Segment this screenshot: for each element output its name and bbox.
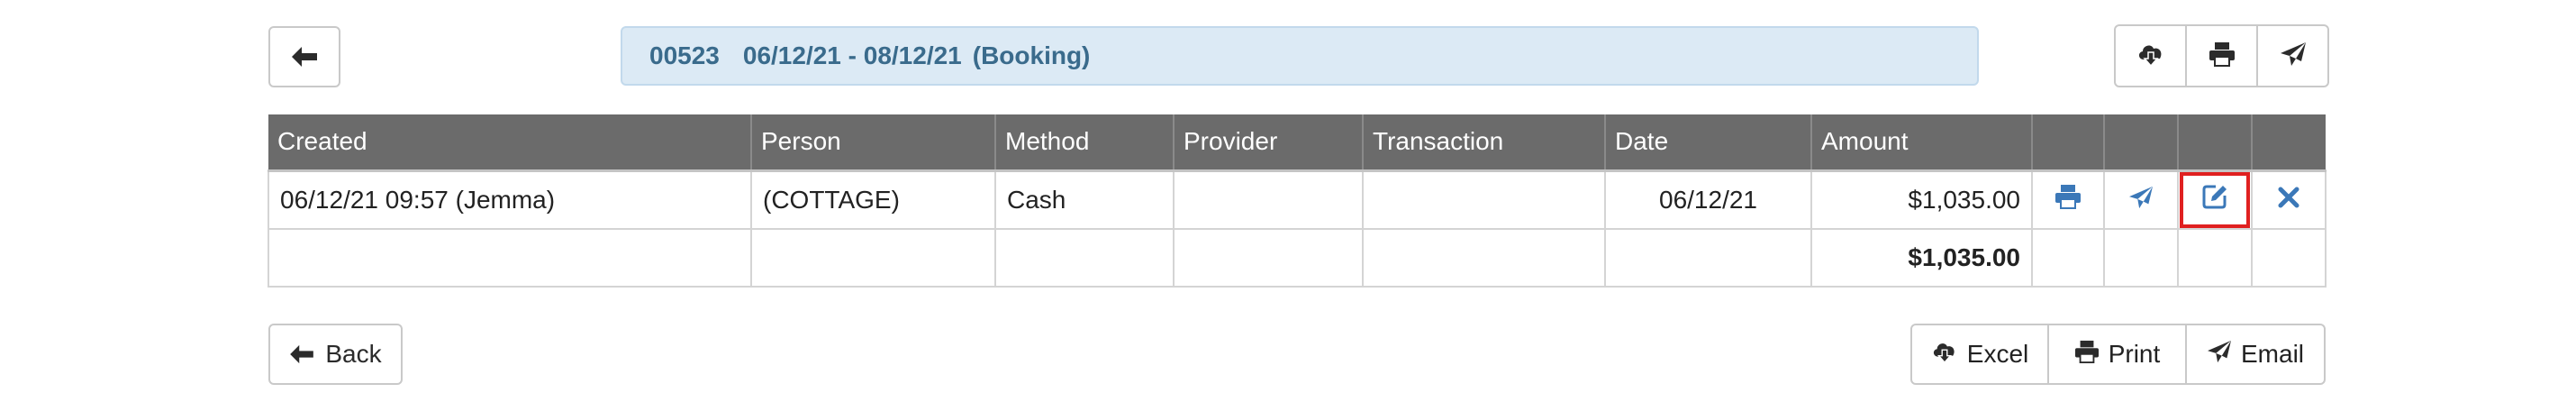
excel-button[interactable]: Excel (1910, 324, 2049, 385)
print-export-button[interactable]: Print (2047, 324, 2187, 385)
download-button[interactable] (2114, 24, 2187, 87)
cell-person: (COTTAGE) (750, 169, 996, 230)
column-header-edit (2178, 114, 2253, 170)
column-header-date: Date (1605, 114, 1812, 170)
booking-date-range: 06/12/21 - 08/12/21 (742, 41, 962, 69)
total-amount: $1,035.00 (1810, 227, 2033, 288)
printer-icon (2054, 184, 2082, 215)
row-edit-cell (2177, 169, 2253, 230)
column-header-transaction: Transaction (1363, 114, 1606, 170)
booking-title-bar: 00523 06/12/21 - 08/12/21 (Booking) (621, 26, 1979, 86)
column-header-provider: Provider (1174, 114, 1364, 170)
edit-icon (2202, 184, 2227, 215)
export-button-group: Excel Print Email (1910, 324, 2326, 385)
excel-button-label: Excel (1966, 340, 2029, 368)
booking-type: (Booking) (972, 41, 1091, 69)
column-header-delete (2252, 114, 2326, 170)
row-print-cell (2031, 169, 2105, 230)
send-button[interactable] (2256, 24, 2329, 87)
arrow-left-icon (291, 46, 318, 68)
column-header-send (2104, 114, 2179, 170)
column-header-amount: Amount (1811, 114, 2033, 170)
cloud-download-icon (1931, 340, 1958, 370)
cell-transaction (1362, 169, 1606, 230)
cell-date: 06/12/21 (1604, 169, 1812, 230)
printer-icon (2209, 41, 2236, 71)
payments-table: Created Person Method Provider Transacti… (268, 114, 2327, 288)
paper-plane-icon (2128, 186, 2154, 215)
email-button[interactable]: Email (2185, 324, 2326, 385)
table-header-row: Created Person Method Provider Transacti… (268, 114, 2326, 170)
print-button-label: Print (2108, 340, 2161, 368)
row-delete-button[interactable] (2278, 186, 2299, 215)
cell-provider (1173, 169, 1364, 230)
row-edit-button[interactable] (2180, 171, 2250, 228)
email-button-label: Email (2241, 340, 2305, 368)
back-button-label: Back (325, 340, 382, 368)
column-header-method: Method (995, 114, 1175, 170)
row-delete-cell (2251, 169, 2327, 230)
row-send-cell (2103, 169, 2179, 230)
booking-id: 00523 (649, 41, 720, 69)
table-total-row: $1,035.00 (268, 227, 2327, 288)
row-send-button[interactable] (2128, 186, 2154, 215)
top-action-group (2114, 24, 2329, 87)
column-header-created: Created (268, 114, 752, 170)
table-row: 06/12/21 09:57 (Jemma) (COTTAGE) Cash 06… (268, 169, 2327, 230)
paper-plane-icon (2280, 41, 2307, 71)
arrow-left-icon (289, 344, 314, 364)
column-header-person: Person (751, 114, 996, 170)
column-header-print (2032, 114, 2105, 170)
back-button[interactable]: Back (268, 324, 403, 385)
printer-icon (2074, 340, 2100, 370)
close-icon (2278, 186, 2299, 215)
cell-method: Cash (994, 169, 1175, 230)
print-button[interactable] (2185, 24, 2258, 87)
paper-plane-icon (2207, 340, 2232, 370)
row-print-button[interactable] (2054, 184, 2082, 215)
cell-amount: $1,035.00 (1810, 169, 2033, 230)
back-arrow-button[interactable] (268, 26, 340, 87)
cloud-download-icon (2136, 41, 2165, 71)
cell-created: 06/12/21 09:57 (Jemma) (268, 169, 752, 230)
